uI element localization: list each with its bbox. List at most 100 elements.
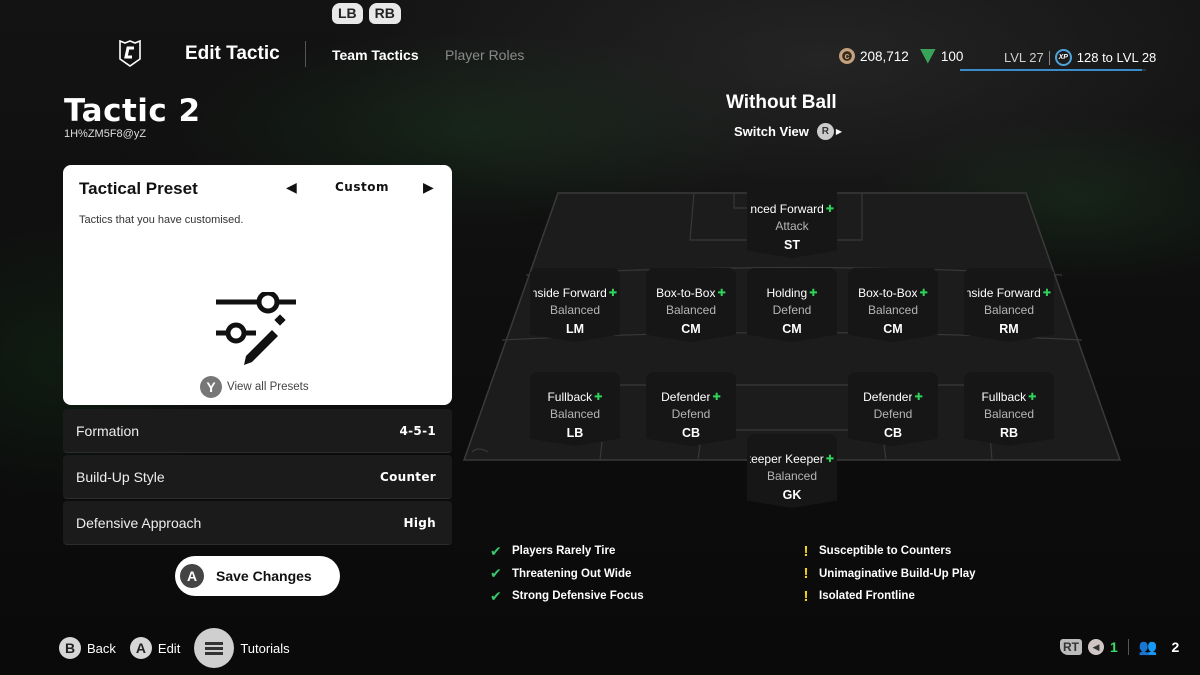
player-position: RM (999, 322, 1019, 336)
player-card-cb[interactable]: Defender ✚ Defend CB (848, 372, 938, 446)
player-position: CM (883, 322, 903, 336)
player-position: CB (681, 426, 701, 440)
player-card-gk[interactable]: Goalkeeper Keeper✚ Balanced GK (747, 434, 837, 508)
player-focus: Balanced (766, 469, 818, 483)
player-card-lm[interactable]: Inside Forward ✚ Balanced LM (530, 268, 620, 342)
party-status: RT ◀ 1 👥 2 (1060, 638, 1179, 656)
tactic-name: Tactic 2 (64, 93, 201, 129)
back-button[interactable]: B Back (59, 637, 116, 659)
role-plus-icon: ✚ (914, 391, 923, 403)
player-role-text: Inside Forward (966, 286, 1041, 300)
rt-trigger-glyph[interactable]: RT (1060, 639, 1082, 655)
player-role-text: Fullback (547, 390, 593, 404)
strengths-list: ✔ Players Rarely Tire ✔ Threatening Out Wi… (490, 540, 644, 608)
preset-next-arrow-icon[interactable]: ▶ (423, 179, 434, 196)
weakness-item: ! Unimaginative Build-Up Play (801, 563, 976, 586)
role-plus-icon: ✚ (825, 453, 835, 465)
edit-label: Edit (157, 640, 181, 656)
player-focus: Balanced (665, 303, 717, 317)
player-focus: Balanced (867, 303, 919, 317)
player-position: RB (999, 426, 1019, 440)
role-plus-icon: ✚ (1042, 287, 1052, 299)
player-card-cm[interactable]: Holding ✚ Defend CM (747, 268, 837, 342)
player-role: Goalkeeper Keeper✚ (747, 452, 837, 466)
player-role: Holding ✚ (747, 286, 837, 300)
tactical-preset-card[interactable]: Tactical Preset ◀ Custom ▶ Tactics that … (63, 165, 452, 405)
role-plus-icon: ✚ (712, 391, 721, 403)
player-position: GK (782, 488, 802, 502)
tutorials-label: Tutorials (240, 640, 290, 656)
strength-item: ✔ Threatening Out Wide (490, 563, 644, 586)
player-focus: Balanced (983, 303, 1035, 317)
role-plus-icon: ✚ (608, 287, 618, 299)
check-icon: ✔ (490, 542, 502, 559)
weaknesses-list: ! Susceptible to Counters ! Unimaginative … (801, 540, 976, 608)
party-members-icon: 👥 (1138, 639, 1158, 656)
player-role-text: Holding (766, 286, 808, 300)
player-focus: Defend (873, 407, 913, 421)
player-role: Box-to-Box ✚ (646, 286, 736, 300)
warning-icon: ! (803, 542, 809, 560)
check-icon: ✔ (490, 587, 502, 604)
save-changes-label: Save Changes (216, 568, 312, 584)
save-changes-button[interactable]: A Save Changes (175, 556, 340, 596)
party-count: 2 (1171, 639, 1180, 655)
coins-balance: c 208,712 100 (839, 48, 963, 64)
level-separator (1048, 50, 1050, 65)
setting-value: Counter (379, 469, 436, 484)
strength-text: Threatening Out Wide (512, 567, 632, 580)
view-all-presets-button[interactable]: Y View all Presets (200, 376, 309, 398)
setting-row-build-up-style[interactable]: Build-Up Style Counter (63, 455, 452, 499)
tutorials-button[interactable]: Tutorials (194, 628, 290, 668)
player-card-lb[interactable]: Fullback ✚ Balanced LB (530, 372, 620, 446)
player-role-text: Advanced Forward (750, 202, 824, 216)
right-arrow-icon: ▶ (835, 127, 843, 136)
edit-button[interactable]: A Edit (129, 637, 181, 659)
back-label: Back (87, 640, 116, 656)
strength-item: ✔ Strong Defensive Focus (490, 585, 644, 608)
player-role: Inside Forward ✚ (964, 286, 1054, 300)
setting-row-formation[interactable]: Formation 4-5-1 (63, 409, 452, 453)
player-card-cm[interactable]: Box-to-Box ✚ Balanced CM (848, 268, 938, 342)
player-role-text: Goalkeeper Keeper (750, 452, 824, 466)
menu-button-icon (194, 628, 235, 668)
lb-bumper-glyph[interactable]: LB (332, 3, 363, 24)
player-role: Box-to-Box ✚ (848, 286, 938, 300)
weakness-text: Unimaginative Build-Up Play (819, 567, 976, 580)
player-position: CB (883, 426, 903, 440)
weakness-item: ! Isolated Frontline (801, 585, 976, 608)
player-card-st[interactable]: Advanced Forward✚ Attack ST (747, 184, 837, 258)
coins-value: 208,712 (860, 48, 909, 64)
bumper-hints: LB RB (332, 3, 401, 24)
role-plus-icon: ✚ (1028, 391, 1037, 403)
status-separator (1127, 639, 1129, 655)
player-position: CM (782, 322, 802, 336)
player-card-rb[interactable]: Fullback ✚ Balanced RB (964, 372, 1054, 446)
footer-controls: B Back A Edit Tutorials (59, 628, 304, 668)
coin-icon: c (839, 48, 855, 64)
player-card-cb[interactable]: Defender ✚ Defend CB (646, 372, 736, 446)
rb-bumper-glyph[interactable]: RB (368, 3, 401, 24)
setting-row-defensive-approach[interactable]: Defensive Approach High (63, 501, 452, 545)
voice-count: 1 (1110, 639, 1118, 655)
voice-chat-icon: ◀ (1088, 639, 1104, 655)
tab-player-roles[interactable]: Player Roles (445, 47, 524, 63)
player-role: Inside Forward ✚ (530, 286, 620, 300)
role-plus-icon: ✚ (809, 287, 818, 299)
preset-prev-arrow-icon[interactable]: ◀ (286, 179, 297, 196)
player-card-rm[interactable]: Inside Forward ✚ Balanced RM (964, 268, 1054, 342)
setting-label: Build-Up Style (76, 468, 165, 485)
player-card-cm[interactable]: Box-to-Box ✚ Balanced CM (646, 268, 736, 342)
player-role: Advanced Forward✚ (747, 202, 837, 216)
preset-value: Custom (335, 180, 389, 194)
setting-label: Defensive Approach (76, 514, 202, 531)
warning-icon: ! (803, 587, 809, 605)
switch-view-button[interactable]: Switch View R ▶ (734, 123, 842, 140)
view-all-presets-label: View all Presets (227, 381, 309, 393)
player-position: CM (681, 322, 701, 336)
xp-progress-fill (960, 69, 1143, 71)
page-title: Edit Tactic (185, 43, 280, 64)
tab-team-tactics[interactable]: Team Tactics (332, 47, 419, 63)
role-plus-icon: ✚ (825, 203, 835, 215)
player-focus: Defend (671, 407, 711, 421)
